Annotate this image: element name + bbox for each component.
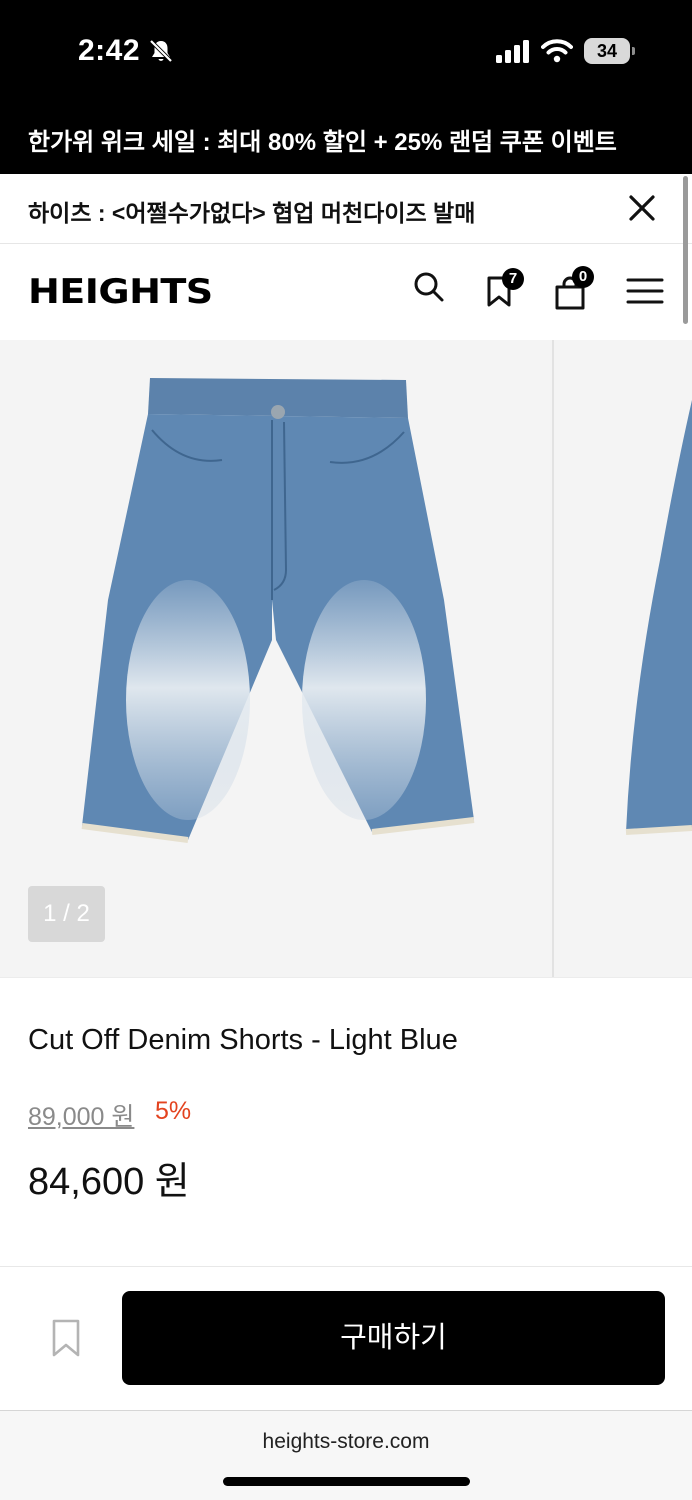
heights-logo[interactable]: HEIGHTS xyxy=(28,274,274,310)
original-price: 89,000 원 xyxy=(28,1103,135,1131)
discount-rate: 5% xyxy=(155,1097,192,1125)
battery-level: 34 xyxy=(584,38,630,64)
bell-slash-icon xyxy=(149,39,173,63)
bookmark-icon[interactable] xyxy=(50,1318,82,1358)
wifi-icon xyxy=(541,39,573,63)
close-icon[interactable] xyxy=(624,190,660,226)
menu-icon[interactable] xyxy=(626,277,664,305)
announcement-text: 하이츠 : <어쩔수가없다> 협업 머천다이즈 발매 xyxy=(28,200,476,226)
buy-button[interactable]: 구매하기 xyxy=(122,1291,665,1385)
product-image-gallery[interactable]: 1 / 2 xyxy=(0,340,692,978)
wishlist-button[interactable]: 7 xyxy=(484,268,528,308)
wishlist-count-badge: 7 xyxy=(502,268,524,290)
slide-divider xyxy=(552,340,554,977)
announcement-bar[interactable]: 하이츠 : <어쩔수가없다> 협업 머천다이즈 발매 xyxy=(0,174,692,244)
product-image-denim-shorts[interactable] xyxy=(72,370,482,860)
scroll-indicator[interactable] xyxy=(683,176,688,324)
status-time: 2:42 xyxy=(78,34,141,67)
product-name: Cut Off Denim Shorts - Light Blue xyxy=(28,1024,458,1056)
cart-count-badge: 0 xyxy=(572,266,594,288)
status-bar: 2:42 34 xyxy=(0,0,692,100)
battery-icon: 34 xyxy=(584,38,636,64)
home-indicator[interactable] xyxy=(223,1477,470,1486)
product-image-next-preview[interactable] xyxy=(620,380,692,860)
logo-text: HEIGHTS xyxy=(28,272,213,312)
cellular-signal-icon xyxy=(496,40,529,63)
search-icon[interactable] xyxy=(412,270,446,304)
sale-price: 84,600 원 xyxy=(28,1161,190,1203)
battery-cap xyxy=(632,47,635,55)
cart-button[interactable]: 0 xyxy=(554,266,600,310)
url-text[interactable]: heights-store.com xyxy=(0,1430,692,1454)
promo-banner-text: 한가위 위크 세일 : 최대 80% 할인 + 25% 랜덤 쿠폰 이벤트 xyxy=(28,129,617,156)
promo-banner[interactable]: 한가위 위크 세일 : 최대 80% 할인 + 25% 랜덤 쿠폰 이벤트 xyxy=(0,100,692,174)
image-counter: 1 / 2 xyxy=(28,886,105,942)
browser-url-bar[interactable] xyxy=(0,1410,692,1500)
